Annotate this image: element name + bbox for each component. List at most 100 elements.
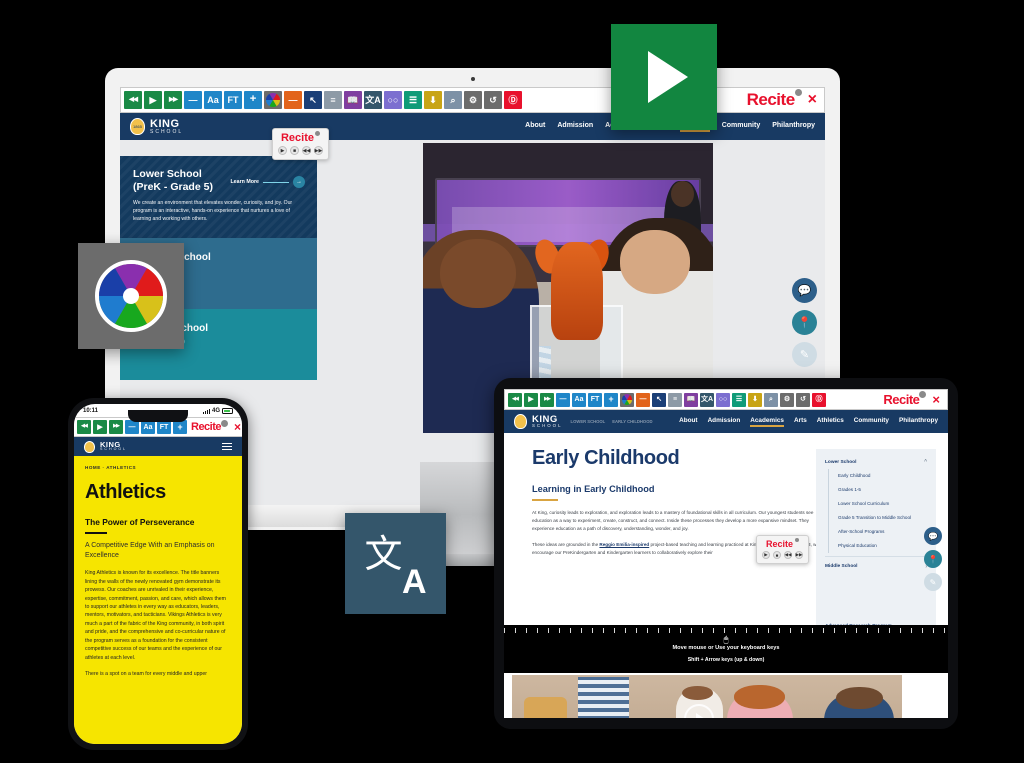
fast-forward-button[interactable]: [164, 91, 182, 109]
recite-toolbar-tablet[interactable]: AaFT ↖≡📖文A○○☰⬇⌕⚙↺Ⓓ Recite ×: [504, 389, 948, 410]
location-floating-button[interactable]: 📍: [792, 310, 817, 335]
text-options-button[interactable]: Aa: [204, 91, 222, 109]
classroom-video-thumbnail[interactable]: [512, 675, 902, 718]
dictionary-button[interactable]: 📖: [344, 91, 362, 109]
colour-wheel-tile[interactable]: [78, 243, 184, 349]
magnify-button[interactable]: ⌕: [444, 91, 462, 109]
sidebar-item[interactable]: Grades 1-5: [829, 483, 936, 497]
recite-toolbar-desktop[interactable]: AaFT ↖≡📖文A○○☰⬇⌕⚙↺Ⓓ Recite ×: [120, 87, 825, 113]
ruler-button[interactable]: [636, 392, 650, 407]
increase-text-size-button[interactable]: [173, 420, 187, 434]
decrease-text-size-button[interactable]: [184, 91, 202, 109]
chat-floating-button[interactable]: 💬: [924, 527, 942, 545]
sidebar-item[interactable]: Early Childhood: [829, 469, 936, 483]
nav-link-about[interactable]: About: [525, 122, 545, 132]
decrease-text-size-button[interactable]: [556, 392, 570, 407]
font-type-button[interactable]: FT: [588, 392, 602, 407]
colour-wheel-button[interactable]: [620, 392, 634, 407]
nav-link-admission[interactable]: Admission: [557, 122, 593, 132]
nav-link-about[interactable]: About: [679, 417, 697, 427]
king-school-logo[interactable]: 1865 KING SCHOOL: [130, 118, 183, 135]
sidebar-item[interactable]: After-School Programs: [829, 525, 936, 539]
play-button[interactable]: [524, 392, 538, 407]
download-audio-button[interactable]: ⬇: [748, 392, 762, 407]
hamburger-menu-icon[interactable]: [222, 442, 232, 451]
exit-toolbar-button[interactable]: Ⓓ: [504, 91, 522, 109]
site-nav-tablet[interactable]: KING SCHOOL LOWER SCHOOL EARLY CHILDHOOD …: [504, 410, 948, 433]
increase-text-size-button[interactable]: [604, 392, 618, 407]
play-button[interactable]: [144, 91, 162, 109]
text-options-button[interactable]: Aa: [141, 420, 155, 434]
font-type-button[interactable]: FT: [224, 91, 242, 109]
recite-audio-popup-tablet[interactable]: Recite ▶ ■ ◀◀ ▶▶: [756, 535, 809, 564]
ruler-button[interactable]: [284, 91, 302, 109]
reset-button[interactable]: ↺: [484, 91, 502, 109]
nav-link-admission[interactable]: Admission: [708, 417, 741, 427]
text-mode-button[interactable]: ○○: [716, 392, 730, 407]
recite-popup-controls[interactable]: ▶ ■ ◀◀ ▶▶: [278, 146, 323, 155]
tablet-sidebar-nav[interactable]: Lower School ^ Early Childhood Grades 1-5…: [816, 449, 936, 641]
recite-audio-popup-desktop[interactable]: Recite ▶ ■ ◀◀ ▶▶: [272, 128, 329, 160]
magnify-button[interactable]: ⌕: [764, 392, 778, 407]
sidebar-item[interactable]: Lower School Curriculum: [829, 497, 936, 511]
play-button[interactable]: [93, 420, 107, 434]
recite-popup-controls-tablet[interactable]: ▶ ■ ◀◀ ▶▶: [762, 551, 803, 559]
settings-button[interactable]: ⚙: [780, 392, 794, 407]
colour-wheel-button[interactable]: [264, 91, 282, 109]
chat-floating-button[interactable]: 💬: [792, 278, 817, 303]
sidebar-section-lower-school[interactable]: Lower School ^: [816, 455, 936, 469]
text-mode-button[interactable]: ○○: [384, 91, 402, 109]
site-nav-desktop[interactable]: 1865 KING SCHOOL AboutAdmissionAcademics…: [120, 113, 825, 140]
increase-text-size-button[interactable]: [244, 91, 262, 109]
card-lower-school[interactable]: Lower School (PreK - Grade 5) We create …: [120, 156, 317, 238]
screen-mask-button[interactable]: ≡: [324, 91, 342, 109]
learn-more-button[interactable]: Learn More →: [230, 176, 305, 188]
recite-popup-fast-forward-button[interactable]: ▶▶: [314, 146, 323, 155]
dictionary-button[interactable]: 📖: [684, 392, 698, 407]
recite-popup-play-button[interactable]: ▶: [762, 551, 770, 559]
decrease-text-size-button[interactable]: [125, 420, 139, 434]
screen-mask-button[interactable]: ≡: [668, 392, 682, 407]
edit-floating-button[interactable]: ✎: [792, 342, 817, 367]
translate-tile[interactable]: 文 A: [345, 513, 446, 614]
nav-link-community[interactable]: Community: [722, 122, 761, 132]
sidebar-section-middle-school[interactable]: Middle School ›: [816, 560, 936, 574]
recite-popup-play-button[interactable]: ▶: [278, 146, 287, 155]
fast-forward-button[interactable]: [109, 420, 123, 434]
king-school-logo-tablet[interactable]: KING SCHOOL: [514, 414, 563, 429]
rewind-button[interactable]: [508, 392, 522, 407]
plain-text-view-button[interactable]: ☰: [732, 392, 746, 407]
close-toolbar-button[interactable]: ×: [932, 392, 940, 407]
font-type-button[interactable]: FT: [157, 420, 171, 434]
location-floating-button[interactable]: 📍: [924, 550, 942, 568]
nav-link-community[interactable]: Community: [854, 417, 889, 427]
floating-action-buttons-desktop[interactable]: 💬 📍 ✎: [792, 278, 817, 367]
breadcrumb-item[interactable]: LOWER SCHOOL: [571, 419, 606, 424]
screen-mask-overlay[interactable]: 🖱 Move mouse or Use your keyboard keys S…: [504, 625, 948, 673]
plain-text-view-button[interactable]: ☰: [404, 91, 422, 109]
exit-toolbar-button[interactable]: Ⓓ: [812, 392, 826, 407]
text-options-button[interactable]: Aa: [572, 392, 586, 407]
rewind-button[interactable]: [124, 91, 142, 109]
nav-link-arts[interactable]: Arts: [794, 417, 807, 427]
recite-popup-stop-button[interactable]: ■: [290, 146, 299, 155]
close-toolbar-button[interactable]: ×: [234, 420, 241, 434]
sidebar-item[interactable]: Physical Education: [829, 539, 936, 553]
recite-popup-fast-forward-button[interactable]: ▶▶: [795, 551, 803, 559]
recite-popup-rewind-button[interactable]: ◀◀: [302, 146, 311, 155]
settings-button[interactable]: ⚙: [464, 91, 482, 109]
floating-action-buttons-tablet[interactable]: 💬 📍 ✎: [924, 527, 942, 591]
nav-link-philanthropy[interactable]: Philanthropy: [899, 417, 938, 427]
recite-popup-stop-button[interactable]: ■: [773, 551, 781, 559]
translate-button[interactable]: 文A: [364, 91, 382, 109]
recite-popup-rewind-button[interactable]: ◀◀: [784, 551, 792, 559]
sidebar-sub-items[interactable]: Early Childhood Grades 1-5 Lower School Cu…: [828, 469, 936, 553]
edit-floating-button[interactable]: ✎: [924, 573, 942, 591]
nav-link-academics[interactable]: Academics: [750, 417, 784, 427]
magnifier-cursor-button[interactable]: ↖: [304, 91, 322, 109]
translate-button[interactable]: 文A: [700, 392, 714, 407]
site-nav-mobile[interactable]: KING SCHOOL: [74, 437, 242, 456]
rewind-button[interactable]: [77, 420, 91, 434]
king-school-logo-mobile[interactable]: KING SCHOOL: [84, 440, 127, 453]
sidebar-item[interactable]: Grade 5 Transition to Middle School: [829, 511, 936, 525]
